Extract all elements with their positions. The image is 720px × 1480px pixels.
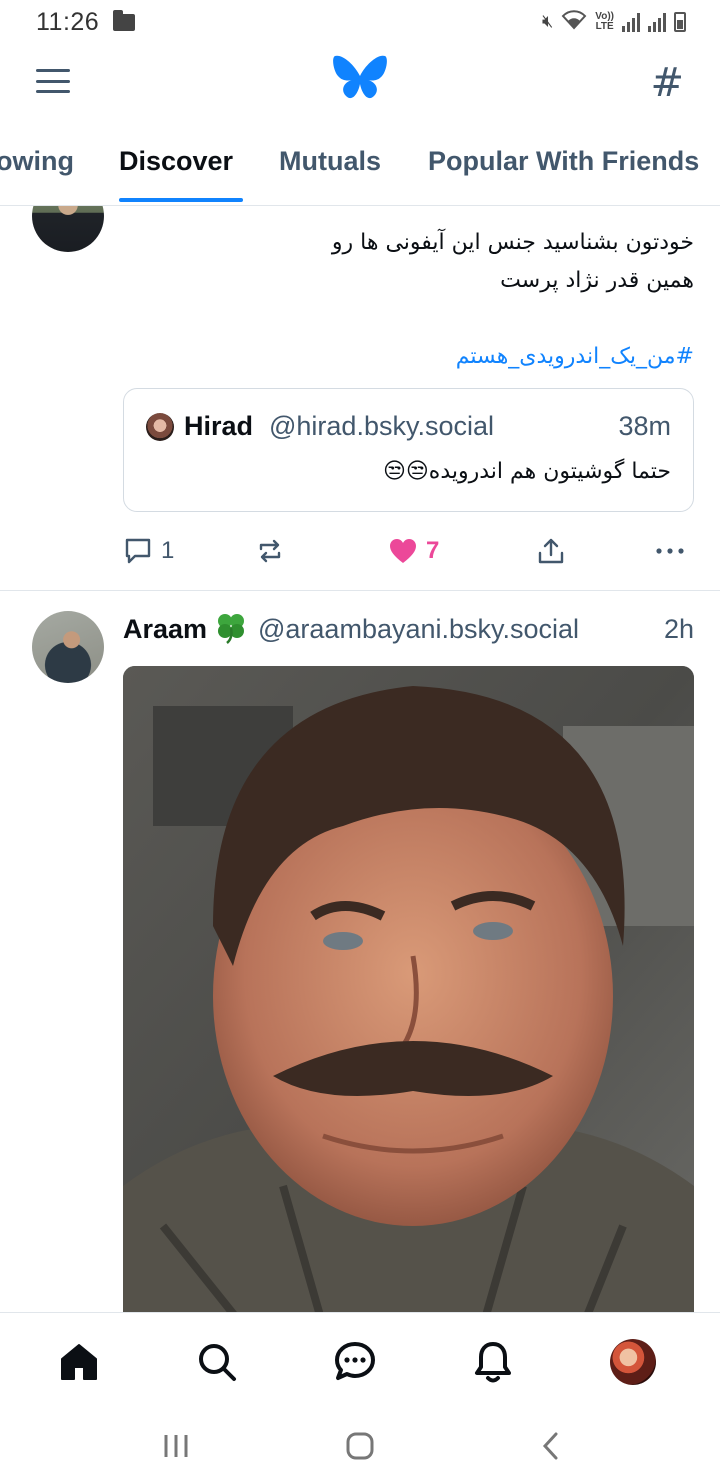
share-icon xyxy=(538,538,564,564)
tab-following[interactable]: owing xyxy=(0,146,74,177)
post-author-name[interactable]: Araam xyxy=(123,614,207,645)
heart-icon xyxy=(390,539,416,563)
mute-icon: 🔇︎ xyxy=(541,11,554,32)
lte-indicator: Vo)) LTE xyxy=(595,10,614,32)
post-hashtag-link[interactable]: #من_یک_اندرویدی_هستم xyxy=(456,338,694,376)
post-author-avatar[interactable] xyxy=(32,206,104,252)
notifications-tab[interactable] xyxy=(468,1337,518,1387)
butterfly-logo-icon[interactable] xyxy=(332,54,388,106)
home-tab[interactable] xyxy=(54,1337,104,1387)
feed-tabs: owing Discover Mutuals Popular With Frie… xyxy=(0,130,720,206)
search-tab[interactable] xyxy=(192,1337,242,1387)
recent-apps-icon[interactable] xyxy=(156,1426,196,1466)
search-icon xyxy=(199,1344,236,1381)
post-actions: 1 7 xyxy=(123,534,694,568)
repost-icon xyxy=(259,539,281,563)
post-author-handle[interactable]: @araambayani.bsky.social xyxy=(258,614,579,645)
post-author-avatar[interactable] xyxy=(32,611,104,683)
post-time: 2h xyxy=(663,614,694,644)
signal-strength-icon-2 xyxy=(648,12,666,32)
chat-tab[interactable] xyxy=(330,1337,380,1387)
reply-button[interactable]: 1 xyxy=(123,534,174,568)
app-header: # xyxy=(0,44,720,116)
active-tab-indicator xyxy=(119,198,243,202)
bell-icon xyxy=(475,1342,511,1383)
quoted-author-handle: @hirad.bsky.social xyxy=(269,411,494,441)
status-icons: 🔇︎ Vo)) LTE xyxy=(542,8,686,35)
post-text-line: همین قدر نژاد پرست xyxy=(500,268,694,293)
post-text-line: خودتون بشناسید جنس این آیفونی ها رو xyxy=(331,230,694,255)
like-count: 7 xyxy=(426,537,440,564)
post-image[interactable] xyxy=(123,666,694,1312)
chat-icon xyxy=(335,1342,375,1380)
share-button[interactable] xyxy=(536,534,566,568)
folder-icon xyxy=(113,9,136,31)
lte-label-top: Vo)) xyxy=(595,10,614,22)
lte-label-bottom: LTE xyxy=(595,20,614,32)
quoted-post-text: حتما گوشیتون هم اندرویده😒😒 xyxy=(382,459,671,484)
back-icon[interactable] xyxy=(530,1426,570,1466)
clover-icon xyxy=(218,614,244,644)
signal-strength-icon xyxy=(622,12,640,32)
comment-icon xyxy=(125,538,151,564)
quoted-post[interactable]: Hirad @hirad.bsky.social 38m حتما گوشیتو… xyxy=(123,388,694,512)
more-icon xyxy=(656,548,684,554)
tab-popular-with-friends[interactable]: Popular With Friends xyxy=(428,146,699,177)
tab-discover[interactable]: Discover xyxy=(119,146,233,177)
wifi-icon xyxy=(561,8,587,35)
quoted-author-avatar xyxy=(146,413,174,441)
post-text: خودتون بشناسید جنس این آیفونی ها رو همین… xyxy=(134,224,694,300)
status-time: 11:26 xyxy=(36,7,100,36)
repost-button[interactable] xyxy=(255,534,285,568)
home-system-icon[interactable] xyxy=(340,1426,380,1466)
feed[interactable]: خودتون بشناسید جنس این آیفونی ها رو همین… xyxy=(0,206,720,1312)
system-navigation xyxy=(0,1412,720,1480)
quoted-post-time: 38m xyxy=(618,411,671,441)
post-divider xyxy=(0,590,720,591)
bottom-navigation xyxy=(0,1312,720,1412)
hamburger-menu-icon[interactable] xyxy=(34,66,72,96)
more-options-button[interactable] xyxy=(654,534,686,568)
quoted-author-name: Hirad xyxy=(184,411,254,441)
status-bar: 11:26 🔇︎ Vo)) LTE xyxy=(0,0,720,44)
battery-icon xyxy=(674,11,686,32)
home-icon xyxy=(61,1344,97,1380)
like-button[interactable]: 7 xyxy=(388,534,439,568)
hash-icon[interactable]: # xyxy=(650,60,684,106)
profile-avatar[interactable] xyxy=(610,1339,656,1385)
reply-count: 1 xyxy=(161,537,175,564)
tab-mutuals[interactable]: Mutuals xyxy=(279,146,381,177)
